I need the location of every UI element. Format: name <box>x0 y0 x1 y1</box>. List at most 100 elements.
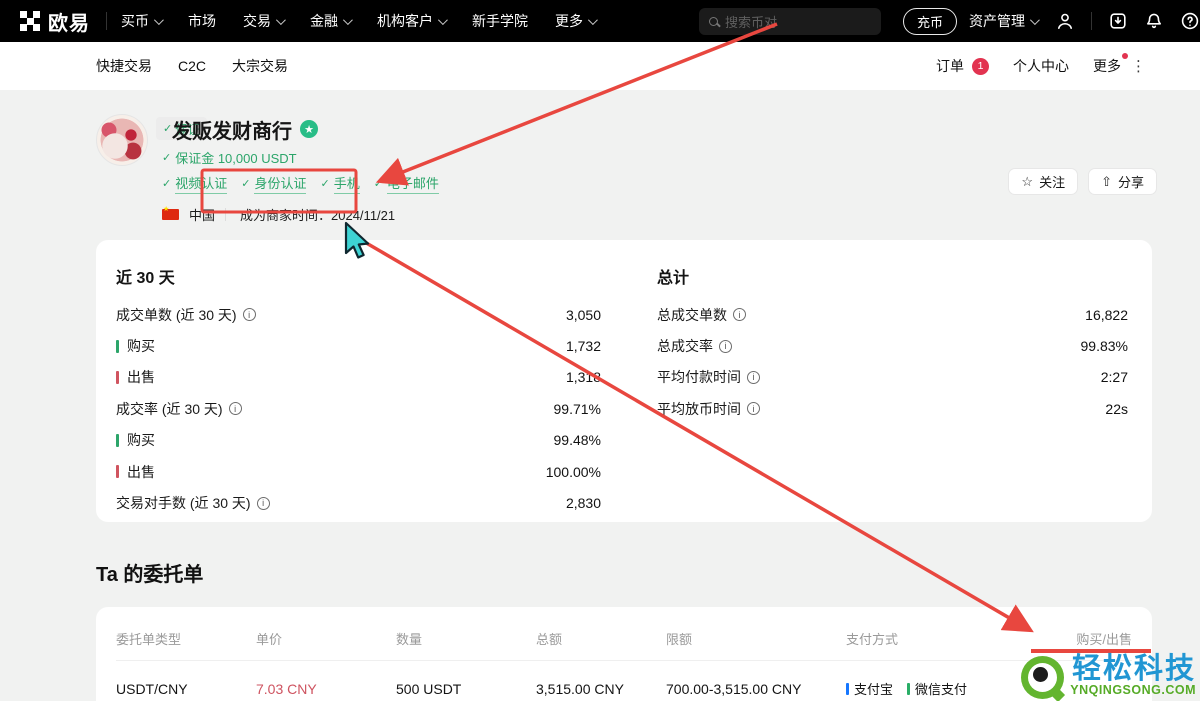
stats-total-rows: 总成交单数i 16,822 总成交率i 99.83% 平均付款时间i 2:27 … <box>657 299 1128 425</box>
subnav-tabs: 快捷交易 C2C 大宗交易 <box>96 56 288 76</box>
column-header: 购买/出售 <box>996 629 1132 648</box>
column-header: 总额 <box>536 629 666 648</box>
topnav-item-4[interactable]: 机构客户 <box>377 11 445 31</box>
member-since: 成为商家时间：2024/11/21 <box>236 203 399 226</box>
kebab-menu-icon[interactable]: ⋮ <box>1131 59 1146 74</box>
stat-value: 2,830 <box>566 495 601 511</box>
share-button[interactable]: ⇧分享 <box>1088 168 1157 195</box>
divider <box>225 208 226 221</box>
help-icon[interactable] <box>1180 11 1200 31</box>
stat-value: 16,822 <box>1085 307 1128 323</box>
topnav-item-5[interactable]: 新手学院 <box>472 11 528 31</box>
search-input[interactable]: 搜索币对 <box>699 8 881 35</box>
check-icon: ✓ <box>320 177 329 190</box>
info-icon[interactable]: i <box>719 340 732 353</box>
stat-row: 购买 99.48% <box>116 425 601 456</box>
subnav-tab-0[interactable]: 快捷交易 <box>96 56 152 76</box>
info-icon[interactable]: i <box>229 402 242 415</box>
info-icon[interactable]: i <box>733 308 746 321</box>
download-icon[interactable] <box>1108 11 1128 31</box>
verification-item: ✓视频认证 <box>162 173 227 194</box>
stat-row: 平均放币时间i 22s <box>657 393 1128 424</box>
orders-link[interactable]: 订单 1 <box>936 56 989 76</box>
profile-center-link[interactable]: 个人中心 <box>1013 56 1069 76</box>
chevron-down-icon <box>276 15 286 25</box>
sell-marker-icon <box>116 465 119 478</box>
stat-row: 购买 1,732 <box>116 330 601 361</box>
stat-value: 99.83% <box>1081 338 1128 354</box>
table-row[interactable]: USDT/CNY 7.03 CNY 500 USDT 3,515.00 CNY … <box>116 661 1132 701</box>
cell-limit: 700.00-3,515.00 CNY <box>666 681 846 697</box>
payment-method: 支付宝 <box>846 679 893 698</box>
bell-icon[interactable] <box>1144 11 1164 31</box>
topnav-item-1[interactable]: 市场 <box>188 11 216 31</box>
deposit-button[interactable]: 充币 <box>903 8 957 35</box>
column-header: 数量 <box>396 629 536 648</box>
subnav-right: 订单 1 个人中心 更多 ⋮ <box>936 56 1146 76</box>
stat-row: 总成交单数i 16,822 <box>657 299 1128 330</box>
column-header: 支付方式 <box>846 629 996 648</box>
more-menu[interactable]: 更多 ⋮ <box>1093 56 1146 76</box>
stats-30d-column: 近 30 天 成交单数 (近 30 天)i 3,050 购买 1,732 出售 … <box>96 261 624 501</box>
stat-row: 平均付款时间i 2:27 <box>657 362 1128 393</box>
stat-row: 成交单数 (近 30 天)i 3,050 <box>116 299 601 330</box>
stat-row: 总成交率i 99.83% <box>657 330 1128 361</box>
topnav-right: 搜索币对 充币 资产管理 <box>699 0 1200 42</box>
verification-item: ✓身份认证 <box>241 173 306 194</box>
country-line: 中国 成为商家时间：2024/11/21 <box>162 203 439 226</box>
cell-pair: USDT/CNY <box>116 681 256 697</box>
topnav-item-0[interactable]: 买币 <box>121 11 161 31</box>
stats-total-column: 总计 总成交单数i 16,822 总成交率i 99.83% 平均付款时间i 2:… <box>624 261 1152 501</box>
stats-card: 近 30 天 成交单数 (近 30 天)i 3,050 购买 1,732 出售 … <box>96 240 1152 522</box>
subnav-tab-2[interactable]: 大宗交易 <box>232 56 288 76</box>
watermark-brand: 轻松科技 <box>1072 654 1196 684</box>
search-icon <box>709 17 718 26</box>
merchant-avatar <box>96 114 148 166</box>
topnav-item-6[interactable]: 更多 <box>555 11 595 31</box>
chevron-down-icon <box>438 15 448 25</box>
topnav-item-2[interactable]: 交易 <box>243 11 283 31</box>
subnav-tab-1[interactable]: C2C <box>178 58 206 74</box>
topnav-item-3[interactable]: 金融 <box>310 11 350 31</box>
stat-value: 99.48% <box>554 432 601 448</box>
check-icon: ✓ <box>374 177 383 190</box>
user-icon[interactable] <box>1055 11 1075 31</box>
buy-marker-icon <box>116 340 119 353</box>
stat-row: 出售 100.00% <box>116 456 601 487</box>
stat-row: 出售 1,318 <box>116 362 601 393</box>
assets-menu[interactable]: 资产管理 <box>969 11 1037 31</box>
deposit-line: ✓保证金 10,000 USDT <box>162 148 439 167</box>
brand-name: 欧易 <box>48 7 90 36</box>
orders-table: 委托单类型单价数量总额限额支付方式购买/出售 USDT/CNY 7.03 CNY… <box>96 607 1152 701</box>
verified-star-icon: ★ <box>300 120 318 138</box>
topnav-menu: 买币 市场 交易 金融 机构客户 新手学院 更多 <box>121 11 595 31</box>
info-icon[interactable]: i <box>243 308 256 321</box>
info-icon[interactable]: i <box>747 402 760 415</box>
sell-marker-icon <box>116 371 119 384</box>
info-icon[interactable]: i <box>257 497 270 510</box>
verification-item: ✓手机 <box>320 173 359 194</box>
stats-30d-rows: 成交单数 (近 30 天)i 3,050 购买 1,732 出售 1,318 成… <box>116 299 601 519</box>
stat-value: 1,732 <box>566 338 601 354</box>
divider <box>106 12 107 30</box>
country-label: 中国 <box>189 205 215 224</box>
watermark-site: YNQINGSONG.COM <box>1070 683 1196 697</box>
divider <box>1091 12 1092 30</box>
stats-total-title: 总计 <box>657 261 1128 288</box>
stat-value: 3,050 <box>566 307 601 323</box>
info-icon[interactable]: i <box>747 371 760 384</box>
orders-count-badge: 1 <box>972 58 989 75</box>
merchant-name: 发贩发财商行 <box>172 115 292 144</box>
merchant-header: ✓保证 发贩发财商行 ★ ✓保证金 10,000 USDT ✓视频认证✓身份认证… <box>0 90 1200 226</box>
column-header: 单价 <box>256 629 396 648</box>
star-icon: ☆ <box>1021 174 1033 190</box>
notification-dot <box>1122 53 1128 59</box>
payment-bar-icon <box>846 683 849 695</box>
check-icon: ✓ <box>241 177 250 190</box>
chevron-down-icon <box>343 15 353 25</box>
verification-line: ✓视频认证✓身份认证✓手机✓电子邮件 <box>162 173 439 194</box>
chevron-down-icon <box>588 15 598 25</box>
follow-button[interactable]: ☆关注 <box>1008 168 1078 195</box>
okx-logo[interactable]: 欧易 <box>20 7 90 36</box>
stat-value: 1,318 <box>566 369 601 385</box>
